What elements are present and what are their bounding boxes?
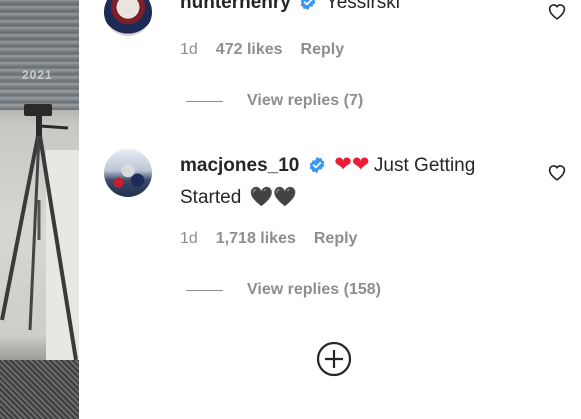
avatar-hunterhenry[interactable] <box>104 0 152 36</box>
reply-button[interactable]: Reply <box>314 230 358 248</box>
comment-body: macjones_10 ❤❤ Just Getting Started 🖤🖤 <box>180 151 475 213</box>
comment-username[interactable]: macjones_10 <box>180 155 299 176</box>
reply-button[interactable]: Reply <box>301 41 345 59</box>
comment-text-line2: Started <box>180 187 242 208</box>
comment-meta: 1d 472 likes Reply <box>180 41 362 59</box>
comment-meta: 1d 1,718 likes Reply <box>180 230 375 248</box>
like-heart-icon[interactable] <box>547 2 567 25</box>
replies-divider-line <box>186 289 223 291</box>
like-heart-icon[interactable] <box>547 163 567 186</box>
comment-likes[interactable]: 1,718 likes <box>216 230 296 248</box>
verified-badge-icon <box>308 156 326 184</box>
comment-likes[interactable]: 472 likes <box>216 41 283 59</box>
comment-body: hunterhenry Yessirski <box>180 0 400 16</box>
view-replies-button[interactable]: View replies (158) <box>186 281 381 299</box>
view-replies-label: View replies (158) <box>247 281 381 298</box>
comment-text: Yessirski <box>325 0 401 13</box>
verified-badge-icon <box>299 0 317 16</box>
comment-time: 1d <box>180 230 198 247</box>
avatar-macjones-10[interactable] <box>104 149 152 197</box>
view-replies-button[interactable]: View replies (7) <box>186 92 363 110</box>
tripod-illustration <box>0 104 78 361</box>
view-replies-label: View replies (7) <box>247 92 364 109</box>
comment-time: 1d <box>180 41 198 58</box>
load-more-comments-icon[interactable] <box>316 341 352 382</box>
red-hearts-emoji: ❤❤ <box>334 153 370 176</box>
comment-username[interactable]: hunterhenry <box>180 0 291 13</box>
post-photo-edge: 2021 <box>0 0 79 419</box>
replies-divider-line <box>186 100 223 102</box>
comment-text-line1: Just Getting <box>373 155 476 176</box>
black-hearts-emoji: 🖤🖤 <box>249 187 298 208</box>
